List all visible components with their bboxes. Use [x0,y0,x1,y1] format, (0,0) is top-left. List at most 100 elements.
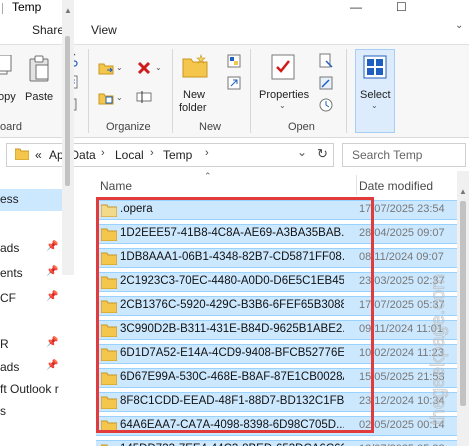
tab-share[interactable]: Share [32,23,64,37]
breadcrumb-local[interactable]: Local [115,148,144,162]
file-row[interactable]: 8F8C1CDD-EEAD-48F1-88D7-BD132C1FB... 23/1… [96,392,465,412]
scroll-up-icon[interactable]: ▲ [459,187,467,196]
ribbon-expand-icon[interactable]: ⌄ [455,20,463,31]
move-to-icon[interactable] [98,61,114,75]
file-list: ⌃ Name Date modified .opera 17/07/2025 23… [74,171,469,446]
tab-view[interactable]: View [91,23,117,37]
folder-icon [101,300,117,313]
properties-icon[interactable] [270,53,296,81]
nav-item[interactable]: ft Outlook r [0,382,59,396]
column-separator[interactable] [356,175,357,195]
address-dropdown-icon[interactable]: ⌄ [297,145,307,159]
open-group-label: Open [288,121,315,133]
file-name: 2C1923C3-70EC-4480-A0D0-D6E5C1EB45... [120,275,344,287]
new-folder-icon[interactable] [182,53,208,79]
search-placeholder: Search Temp [352,148,423,162]
paste-icon[interactable] [28,55,52,83]
file-row[interactable]: .opera 17/07/2025 23:54 [96,200,465,220]
move-to-dropdown-icon[interactable]: ⌄ [116,63,123,72]
file-list-scrollbar[interactable]: ▲ [457,171,469,446]
delete-icon[interactable] [136,60,152,76]
history-icon[interactable] [318,97,334,113]
new-folder-label-2[interactable]: folder [179,102,207,114]
column-header-name[interactable]: Name [100,179,132,193]
file-row[interactable]: 145DD733-7EE4-44C3-8BED-653DCA6C60...13/… [96,440,465,446]
search-input[interactable]: Search Temp [342,143,466,167]
file-name: 2CB1376C-5920-429C-B3B6-6FEF65B30883 [120,299,344,311]
open-icon[interactable] [318,53,334,69]
file-row[interactable]: 6D67E99A-530C-468E-B8AF-87E1CB0028A4 15/0… [96,368,465,388]
column-header-date-modified[interactable]: Date modified [359,179,433,193]
file-row[interactable]: 2C1923C3-70EC-4480-A0D0-D6E5C1EB45... 23/… [96,272,465,292]
nav-item[interactable]: ads [0,360,19,374]
edit-icon[interactable] [318,75,334,91]
folder-icon [15,148,29,160]
copy-to-icon[interactable] [98,91,114,105]
delete-dropdown-icon[interactable]: ⌄ [155,63,162,72]
folder-icon [101,228,117,241]
clipboard-group-label: oard [0,121,23,133]
file-row[interactable]: 6D1D7A52-E14A-4CD9-9408-BFCB52776E... 10/… [96,344,465,364]
file-list-scroll-thumb[interactable] [460,201,466,406]
new-item-icon[interactable] [226,53,242,69]
easy-access-icon[interactable] [226,75,242,91]
nav-item[interactable]: s [0,404,6,418]
folder-icon [101,348,117,361]
tab-home[interactable] [0,18,8,44]
folder-icon [101,372,117,385]
group-separator [172,49,173,133]
breadcrumb-temp[interactable]: Temp [163,148,192,162]
sort-arrow-icon: ⌃ [204,171,212,181]
file-date-modified: 15/05/2025 21:53 [359,371,445,383]
minimize-button[interactable]: — [350,0,362,14]
group-separator [250,49,251,133]
breadcrumb-chevron[interactable]: › [150,147,154,159]
nav-item[interactable]: ads [0,241,19,255]
title-separator [2,3,3,14]
select-grid-icon[interactable] [363,55,387,79]
folder-icon [101,276,117,289]
refresh-icon[interactable]: ↻ [317,146,328,162]
rename-icon[interactable] [136,89,152,105]
pin-icon: 📌 [46,266,59,277]
file-row[interactable]: 64A6EAA7-CA7A-4098-8398-6D98C705D... 02/0… [96,416,465,436]
nav-item[interactable]: ents [0,266,23,280]
folder-icon [101,204,117,217]
properties-dropdown-icon[interactable]: ⌄ [279,101,286,110]
file-row[interactable]: 2CB1376C-5920-429C-B3B6-6FEF65B30883 17/0… [96,296,465,316]
scroll-up-icon[interactable]: ▲ [64,6,72,15]
file-name: 8F8C1CDD-EEAD-48F1-88D7-BD132C1FB... [120,395,344,407]
pin-icon: 📌 [46,241,59,252]
copy-to-dropdown-icon[interactable]: ⌄ [116,93,123,102]
folder-icon [101,252,117,265]
file-date-modified: 09/11/2024 11:01 [359,323,444,335]
nav-item[interactable]: ess [0,192,19,206]
nav-item[interactable]: R [0,337,9,351]
copy-icon[interactable] [0,55,12,79]
pin-icon: 📌 [46,337,59,348]
address-bar[interactable]: « AppData › Local › Temp › ⌄ ↻ [6,143,334,167]
maximize-button[interactable]: ☐ [396,0,407,14]
new-group-label: New [199,121,222,133]
file-row[interactable]: 1D2EEE57-41B8-4C8A-AE69-A3BA35BAB... 28/0… [96,224,465,244]
select-label[interactable]: Select [360,89,391,101]
file-name: 1D2EEE57-41B8-4C8A-AE69-A3BA35BAB... [120,227,344,239]
select-dropdown-icon[interactable]: ⌄ [371,101,378,110]
nav-item[interactable]: CF [0,291,16,305]
group-separator [346,49,347,133]
breadcrumb-chevron[interactable]: › [101,147,105,159]
file-date-modified: 08/11/2024 09:07 [359,251,444,263]
nav-scrollbar[interactable]: ▲ [62,0,74,275]
breadcrumb-overflow[interactable]: « [35,148,42,162]
properties-label[interactable]: Properties [259,89,309,101]
folder-icon [101,396,117,409]
paste-button-label[interactable]: Paste [25,91,53,103]
nav-scroll-thumb[interactable] [65,36,70,186]
copy-button-label[interactable]: opy [0,91,16,103]
new-folder-label-1[interactable]: New [183,89,205,101]
breadcrumb-chevron[interactable]: › [205,147,209,159]
file-row[interactable]: 1DB8AAA1-06B1-4348-82B7-CD5871FF08... 08/… [96,248,465,268]
file-name: 6D67E99A-530C-468E-B8AF-87E1CB0028A4 [120,371,344,383]
file-row[interactable]: 3C990D2B-B311-431E-B84D-9625B1ABE2... 09/… [96,320,465,340]
file-date-modified: 28/04/2025 09:07 [359,227,445,239]
